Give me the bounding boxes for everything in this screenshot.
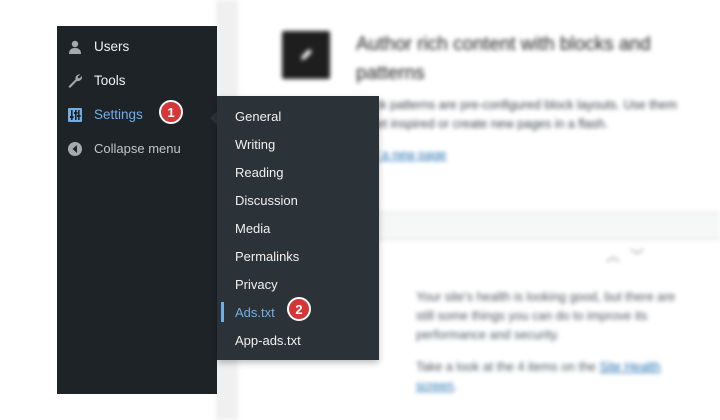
submenu-item-label: Reading	[235, 165, 284, 180]
site-health-text: Your site’s health is looking good, but …	[416, 290, 676, 342]
submenu-item-media[interactable]: Media	[217, 214, 379, 242]
collapse-icon	[68, 142, 82, 156]
sidebar-item-label: Collapse menu	[94, 141, 181, 156]
settings-sliders-icon	[68, 108, 82, 122]
sidebar-item-settings[interactable]: Settings	[57, 98, 217, 132]
submenu-item-label: Media	[235, 221, 271, 236]
submenu-item-permalinks[interactable]: Permalinks	[217, 242, 379, 270]
welcome-paragraph: Block patterns are pre-configured block …	[356, 98, 677, 131]
submenu-item-discussion[interactable]: Discussion	[217, 186, 379, 214]
submenu-item-label: Discussion	[235, 193, 298, 208]
submenu-item-app-ads-txt[interactable]: App-ads.txt	[217, 326, 379, 354]
users-icon	[69, 40, 81, 54]
site-health-link-prefix: Take a look at the 4 items on the	[416, 360, 596, 374]
wrench-icon	[68, 74, 83, 88]
widget-toggle-chevrons[interactable]: ︿﹀	[606, 246, 654, 266]
submenu-item-label: Permalinks	[235, 249, 300, 264]
collapse-menu-button[interactable]: Collapse menu	[57, 132, 217, 166]
step-1-badge: 1	[159, 100, 183, 124]
submenu-item-privacy[interactable]: Privacy	[217, 270, 379, 298]
sidebar-item-users[interactable]: Users	[57, 30, 217, 64]
submenu-item-label: Writing	[235, 137, 276, 152]
submenu-item-reading[interactable]: Reading	[217, 158, 379, 186]
submenu-item-general[interactable]: General	[217, 102, 379, 130]
submenu-item-writing[interactable]: Writing	[217, 130, 379, 158]
submenu-item-label: Ads.txt	[235, 305, 275, 320]
sidebar-item-label: Tools	[94, 73, 126, 88]
pencil-icon	[282, 31, 330, 79]
submenu-item-label: App-ads.txt	[235, 333, 301, 348]
active-item-marker	[221, 302, 224, 322]
submenu-item-label: Privacy	[235, 277, 278, 292]
site-health-link-line: Take a look at the 4 items on the Site H…	[416, 358, 676, 396]
sidebar-item-tools[interactable]: Tools	[57, 64, 217, 98]
site-health-link-suffix: .	[453, 379, 458, 393]
welcome-heading: Author rich content with blocks and patt…	[356, 34, 651, 84]
admin-sidebar: Users Tools Settings Collapse menu	[57, 26, 217, 394]
submenu-item-label: General	[235, 109, 282, 124]
sidebar-item-label: Users	[94, 39, 130, 54]
chevron-up-icon[interactable]: ︿	[606, 248, 630, 264]
step-2-badge: 2	[287, 297, 311, 321]
sidebar-item-label: Settings	[94, 107, 143, 122]
chevron-down-icon[interactable]: ﹀	[630, 248, 654, 264]
